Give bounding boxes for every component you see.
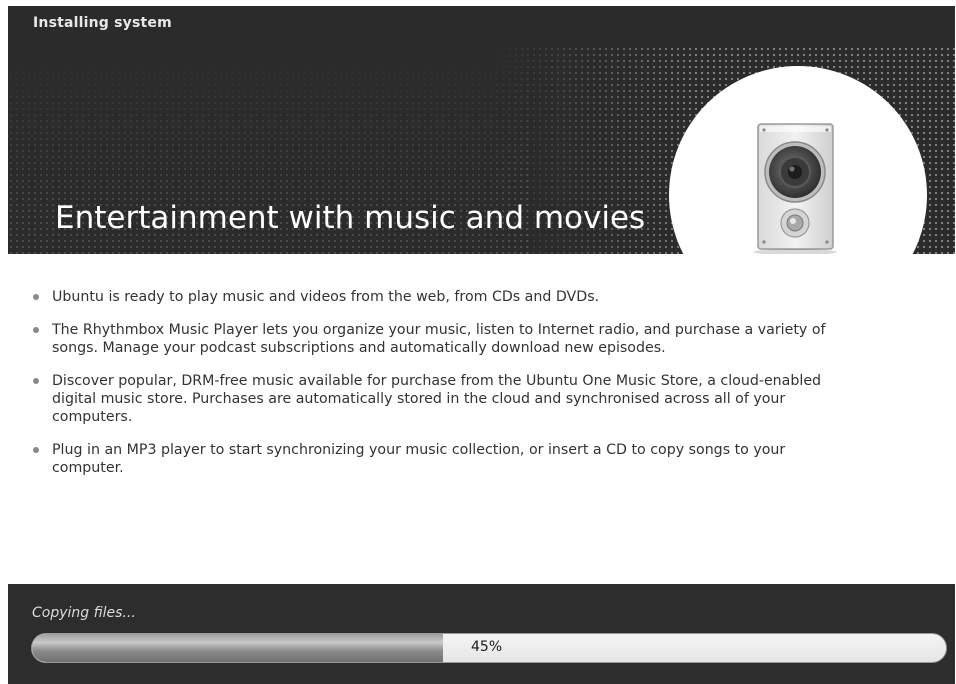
slide-title: Entertainment with music and movies: [55, 200, 646, 236]
list-item: Plug in an MP3 player to start synchroni…: [30, 441, 830, 477]
installer-window: Installing system Entertainment with mus…: [8, 6, 955, 684]
slide-banner: Installing system Entertainment with mus…: [8, 6, 955, 254]
bullet-list: Ubuntu is ready to play music and videos…: [30, 288, 830, 492]
bullet-icon: [33, 378, 39, 384]
bullet-text: Discover popular, DRM-free music availab…: [52, 373, 822, 425]
bullet-icon: [33, 447, 39, 453]
progress-percent-label: 45%: [471, 639, 503, 655]
bullet-icon: [33, 327, 39, 333]
bullet-text: Plug in an MP3 player to start synchroni…: [52, 442, 786, 476]
progress-bar: 45%: [31, 633, 947, 663]
bullet-text: The Rhythmbox Music Player lets you orga…: [52, 322, 826, 356]
bullet-icon: [33, 294, 39, 300]
illustration-circle: [669, 66, 927, 254]
list-item: The Rhythmbox Music Player lets you orga…: [30, 321, 830, 357]
speaker-icon: [753, 123, 837, 254]
progress-status-text: Copying files...: [32, 605, 136, 621]
slide-content: Ubuntu is ready to play music and videos…: [8, 254, 955, 584]
progress-fill: [32, 634, 444, 662]
list-item: Ubuntu is ready to play music and videos…: [30, 288, 830, 306]
window-title: Installing system: [33, 15, 172, 31]
list-item: Discover popular, DRM-free music availab…: [30, 372, 830, 426]
bullet-text: Ubuntu is ready to play music and videos…: [52, 289, 600, 305]
